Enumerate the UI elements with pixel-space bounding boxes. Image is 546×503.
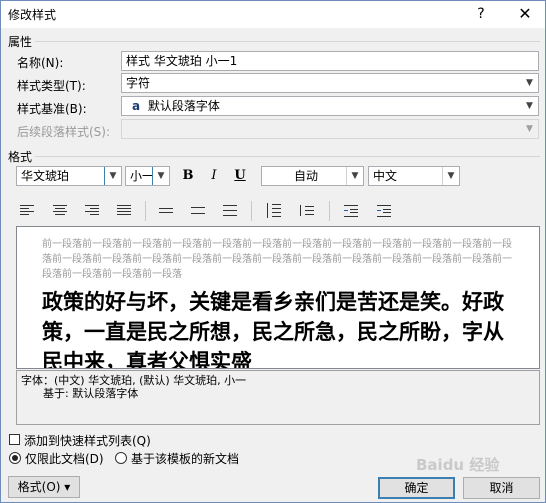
add-to-gallery-label: 添加到快速样式列表(Q) (24, 434, 151, 448)
next-style-label: 后续段落样式(S): (17, 125, 111, 139)
format-menu-button[interactable]: 格式(O) ▾ (8, 476, 80, 498)
font-color-value: 自动 (293, 169, 318, 183)
decrease-indent-icon[interactable] (341, 201, 361, 221)
underline-button[interactable]: U (230, 166, 250, 186)
decrease-paragraph-spacing-icon[interactable] (296, 201, 316, 221)
properties-separator (35, 41, 540, 42)
window-title: 修改样式 (8, 8, 57, 22)
only-this-document-label: 仅限此文档(D) (25, 452, 104, 466)
next-style-dropdown[interactable]: ▼ (121, 119, 539, 139)
style-preview: 前一段落前一段落前一段落前一段落前一段落前一段落前一段落前一段落前一段落前一段落… (16, 226, 540, 369)
language-value: 中文 (373, 169, 398, 183)
properties-section-label: 属性 (8, 35, 33, 49)
bold-button[interactable]: B (178, 166, 198, 186)
character-style-icon: a (132, 99, 141, 113)
style-type-dropdown[interactable]: 字符 ▼ (121, 73, 539, 93)
add-to-gallery-checkbox[interactable] (9, 434, 20, 445)
based-on-dropdown[interactable]: a 默认段落字体 ▼ (121, 96, 539, 116)
toolbar-separator (251, 201, 252, 221)
double-spacing-icon[interactable] (220, 201, 240, 221)
help-button[interactable]: ? (471, 4, 491, 24)
align-right-icon[interactable] (82, 201, 102, 221)
ok-button[interactable]: 确定 (378, 477, 455, 499)
increase-paragraph-spacing-icon[interactable] (263, 201, 283, 221)
new-documents-radio[interactable] (115, 452, 127, 464)
cancel-button[interactable]: 取消 (463, 477, 540, 499)
chevron-down-icon: ▼ (521, 120, 538, 138)
single-spacing-icon[interactable] (156, 201, 176, 221)
toolbar-separator (329, 201, 330, 221)
font-dropdown[interactable]: 华文琥珀 ▼ (16, 166, 122, 186)
font-color-dropdown[interactable]: 自动 ▼ (261, 166, 364, 186)
font-value: 华文琥珀 (21, 169, 70, 183)
language-dropdown[interactable]: 中文 ▼ (368, 166, 460, 186)
format-separator (35, 156, 540, 157)
close-button[interactable]: ✕ (513, 4, 537, 24)
name-label: 名称(N): (17, 56, 64, 70)
style-type-value: 字符 (126, 76, 151, 90)
font-size-dropdown[interactable]: 小一 ▼ (125, 166, 170, 186)
justify-icon[interactable] (114, 201, 134, 221)
chevron-down-icon: ▼ (104, 167, 121, 185)
only-this-document-radio[interactable] (9, 452, 21, 464)
align-left-icon[interactable] (17, 201, 37, 221)
align-center-icon[interactable] (50, 201, 70, 221)
style-description: 字体：(中文) 华文琥珀, (默认) 华文琥珀, 小一 基于: 默认段落字体 (16, 370, 540, 425)
increase-indent-icon[interactable] (374, 201, 394, 221)
based-on-label: 样式基准(B): (17, 102, 87, 116)
new-documents-label: 基于该模板的新文档 (131, 452, 240, 466)
chevron-down-icon: ▼ (442, 167, 459, 185)
style-type-label: 样式类型(T): (17, 79, 86, 93)
previous-paragraph-text: 前一段落前一段落前一段落前一段落前一段落前一段落前一段落前一段落前一段落前一段落… (42, 239, 512, 280)
sample-text: 政策的好与坏，关键是看乡亲们是苦还是笑。好政策，一直是民之所想，民之所急，民之所… (42, 290, 504, 369)
chevron-down-icon: ▼ (346, 167, 363, 185)
toolbar-separator (145, 201, 146, 221)
chevron-down-icon: ▼ (152, 167, 169, 185)
title-bar: 修改样式 ? ✕ (1, 1, 545, 28)
description-line-1: 字体：(中文) 华文琥珀, (默认) 华文琥珀, 小一 (21, 374, 247, 387)
name-input-value: 样式 华文琥珀 小一1 (126, 54, 238, 68)
chevron-down-icon: ▼ (521, 97, 538, 115)
format-section-label: 格式 (8, 150, 33, 164)
description-line-2: 基于: 默认段落字体 (43, 387, 139, 400)
modify-style-dialog: 修改样式 ? ✕ 属性 名称(N): 样式 华文琥珀 小一1 样式类型(T): … (0, 0, 546, 503)
name-input[interactable]: 样式 华文琥珀 小一1 (121, 51, 539, 71)
font-size-value: 小一 (130, 169, 155, 183)
chevron-down-icon: ▼ (521, 74, 538, 92)
italic-button[interactable]: I (204, 166, 224, 186)
one-half-spacing-icon[interactable] (188, 201, 208, 221)
watermark: Baidu 经验 (416, 456, 500, 474)
based-on-value: 默认段落字体 (147, 99, 220, 113)
